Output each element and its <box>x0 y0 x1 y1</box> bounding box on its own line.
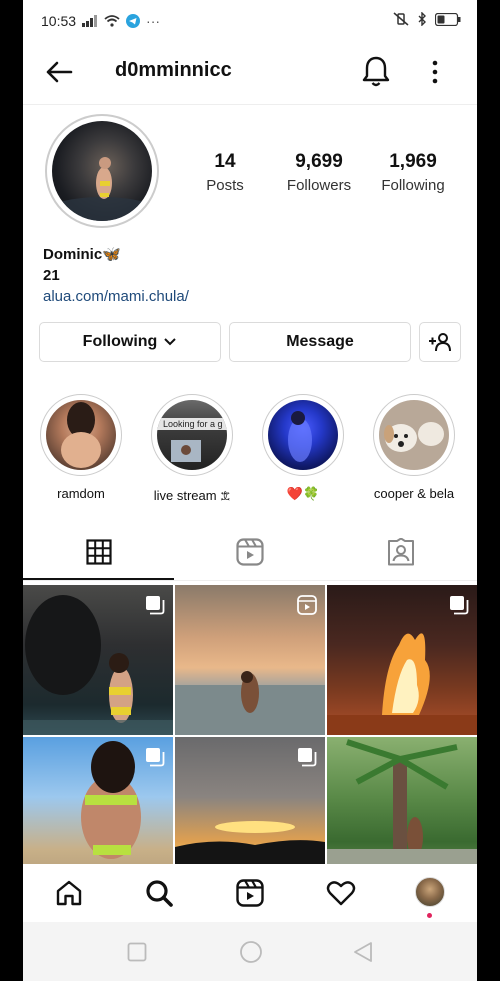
reels-icon[interactable] <box>236 879 264 907</box>
multiple-photos-icon <box>146 596 165 615</box>
profile-avatar-nav[interactable] <box>415 877 445 907</box>
profile-username: d0mminnicc <box>115 59 232 81</box>
search-icon[interactable] <box>145 879 173 907</box>
profile-avatar-ring[interactable] <box>45 114 159 228</box>
back-arrow-icon[interactable] <box>43 56 75 88</box>
highlight-ring <box>40 394 122 476</box>
bottom-navigation <box>23 864 477 922</box>
status-more: ··· <box>146 13 161 29</box>
followers-label: Followers <box>286 177 352 194</box>
following-button-label: Following <box>82 333 158 350</box>
add-person-icon <box>429 333 451 352</box>
status-bar: 10:53 ··· <box>23 0 477 44</box>
posts-label: Posts <box>206 177 244 194</box>
active-tab-indicator <box>23 578 174 580</box>
reel-indicator-icon <box>297 595 317 615</box>
notification-dot <box>427 913 432 918</box>
highlight-cover: Looking for a g <box>157 400 227 470</box>
recent-apps-icon[interactable] <box>127 942 147 962</box>
telegram-icon <box>126 14 141 28</box>
highlight-cover <box>379 400 449 470</box>
reels-tab-icon[interactable] <box>236 538 264 566</box>
highlight-item[interactable]: cooper & bela <box>371 394 457 501</box>
profile-bio: 21 <box>43 267 60 284</box>
grid-post[interactable] <box>327 585 477 735</box>
highlight-item[interactable]: ramdom <box>38 394 124 501</box>
following-stat[interactable]: 1,969 Following <box>373 151 453 194</box>
profile-website-link[interactable]: alua.com/mami.chula/ <box>43 288 189 305</box>
back-button-icon[interactable] <box>353 941 373 963</box>
grid-icon[interactable] <box>86 539 112 565</box>
highlight-overlay-text: Looking for a g <box>163 419 223 429</box>
home-button-icon[interactable] <box>239 940 263 964</box>
status-time: 10:53 <box>41 13 77 29</box>
grid-post[interactable] <box>23 585 173 735</box>
following-label: Following <box>381 177 445 194</box>
highlight-ring: Looking for a g <box>151 394 233 476</box>
system-navigation-bar <box>23 922 477 981</box>
highlight-label: ❤️🍀 <box>286 486 320 501</box>
following-count: 1,969 <box>389 151 437 172</box>
followers-count: 9,699 <box>295 151 343 172</box>
phone-screen: 10:53 ··· d0mminnicc 14 Posts 9,699 Foll… <box>23 0 477 981</box>
signal-icon <box>82 15 98 27</box>
highlight-item[interactable]: Looking for a g live stream 𖠊 <box>149 394 235 504</box>
posts-stat[interactable]: 14 Posts <box>195 151 255 194</box>
suggest-people-button[interactable] <box>419 322 461 362</box>
multiple-photos-icon <box>298 748 317 767</box>
profile-display-name: Dominic🦋 <box>43 246 121 263</box>
following-button[interactable]: Following <box>39 322 221 362</box>
profile-tabs <box>23 528 477 581</box>
bluetooth-icon <box>418 12 426 26</box>
chevron-down-icon <box>164 338 177 346</box>
highlight-item[interactable]: ❤️🍀 <box>260 394 346 502</box>
message-button-label: Message <box>286 333 354 350</box>
highlight-ring <box>373 394 455 476</box>
multiple-photos-icon <box>450 596 469 615</box>
grid-post[interactable] <box>175 585 325 735</box>
vibrate-off-icon <box>393 12 409 26</box>
wifi-icon <box>104 15 120 27</box>
multiple-photos-icon <box>146 748 165 767</box>
battery-icon <box>435 12 461 26</box>
followers-stat[interactable]: 9,699 Followers <box>279 151 359 194</box>
notification-bell-icon[interactable] <box>360 54 392 90</box>
highlight-label: cooper & bela <box>373 486 455 501</box>
highlight-label: live stream 𖠊 <box>153 488 231 503</box>
tagged-icon[interactable] <box>387 538 415 566</box>
profile-avatar <box>52 121 152 221</box>
highlight-cover <box>268 400 338 470</box>
more-options-icon[interactable] <box>427 56 443 88</box>
highlight-ring <box>262 394 344 476</box>
profile-header: d0mminnicc <box>23 44 477 105</box>
posts-count: 14 <box>214 151 236 172</box>
message-button[interactable]: Message <box>229 322 411 362</box>
heart-icon[interactable] <box>326 879 356 907</box>
highlight-cover <box>46 400 116 470</box>
highlight-label: ramdom <box>57 486 105 501</box>
home-icon[interactable] <box>55 879 83 907</box>
